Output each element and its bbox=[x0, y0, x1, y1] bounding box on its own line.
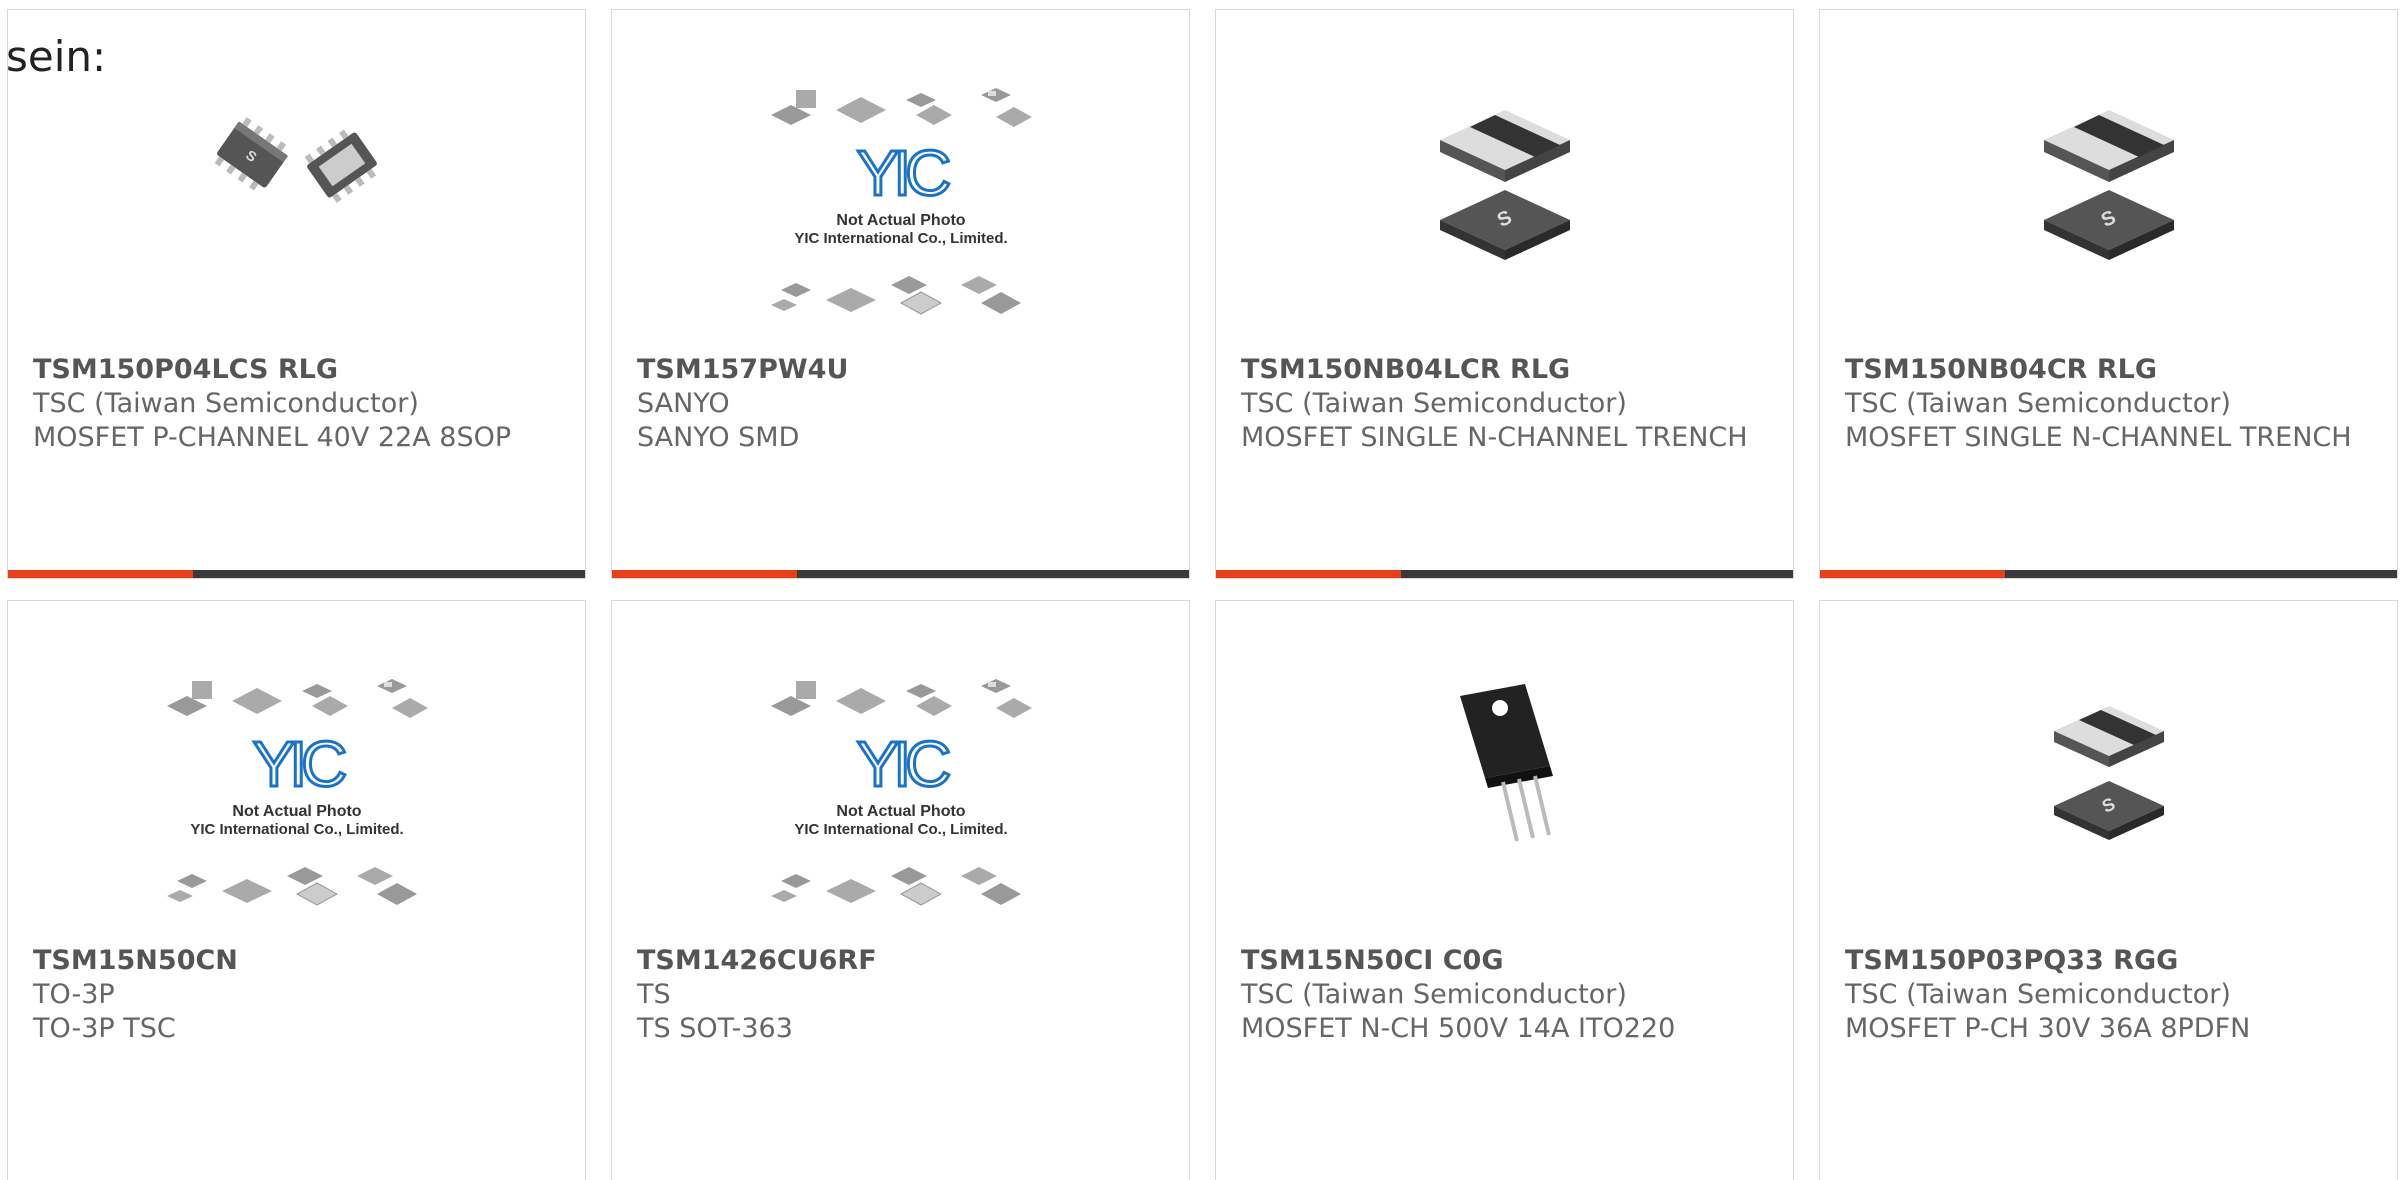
manufacturer: TSC (Taiwan Semiconductor) bbox=[33, 388, 419, 419]
card-bar bbox=[612, 570, 1189, 578]
svg-text:Not Actual Photo: Not Actual Photo bbox=[836, 803, 965, 820]
brand-text: YIC bbox=[856, 137, 948, 209]
pdfn-chip-icon: S bbox=[1439, 110, 1570, 260]
part-number[interactable]: TSM15N50CN bbox=[33, 944, 565, 978]
part-number[interactable]: TSM150P03PQ33 RGG bbox=[1845, 944, 2377, 978]
product-image[interactable]: YIC Not Actual Photo YIC International C… bbox=[612, 676, 1189, 941]
yic-placeholder-icon: YIC Not Actual Photo YIC International C… bbox=[770, 88, 1032, 315]
part-number[interactable]: TSM157PW4U bbox=[637, 353, 1169, 387]
part-number[interactable]: TSM150NB04CR RLG bbox=[1845, 353, 2377, 387]
product-info: TSM15N50CI C0G TSC (Taiwan Semiconductor… bbox=[1241, 944, 1773, 1046]
description: MOSFET SINGLE N-CHANNEL TRENCH bbox=[1845, 422, 2352, 453]
product-image[interactable]: S bbox=[1820, 85, 2397, 350]
product-card[interactable]: S TSM150P04LCS RLG TSC (Taiwan Semicondu… bbox=[7, 9, 586, 579]
manufacturer: TSC (Taiwan Semiconductor) bbox=[1241, 979, 1627, 1010]
svg-text:YIC International Co., Limited: YIC International Co., Limited. bbox=[794, 821, 1007, 838]
product-card[interactable]: S TSM150NB04LCR RLG TSC (Taiwan Semicond… bbox=[1215, 9, 1794, 579]
svg-text:Not Actual Photo: Not Actual Photo bbox=[836, 212, 965, 229]
card-bar-accent bbox=[1820, 570, 2005, 578]
product-card[interactable]: S TSM150P03PQ33 RGG TSC (Taiwan Semicond… bbox=[1819, 600, 2398, 1180]
product-info: TSM150NB04CR RLG TSC (Taiwan Semiconduct… bbox=[1845, 353, 2377, 455]
card-bar-accent bbox=[8, 570, 193, 578]
yic-placeholder-icon: YIC Not Actual Photo YIC International C… bbox=[166, 679, 428, 906]
description: SANYO SMD bbox=[637, 422, 800, 453]
product-info: TSM1426CU6RF TS TS SOT-363 bbox=[637, 944, 1169, 1046]
product-image[interactable]: S bbox=[8, 85, 585, 350]
description: MOSFET SINGLE N-CHANNEL TRENCH bbox=[1241, 422, 1748, 453]
part-number[interactable]: TSM15N50CI C0G bbox=[1241, 944, 1773, 978]
product-grid: S TSM150P04LCS RLG TSC (Taiwan Semicondu… bbox=[0, 0, 2400, 1180]
product-card[interactable]: S TSM150NB04CR RLG TSC (Taiwan Semicondu… bbox=[1819, 9, 2398, 579]
pdfn-chip-icon: S bbox=[2053, 706, 2164, 840]
svg-text:Not Actual Photo: Not Actual Photo bbox=[232, 803, 361, 820]
to220-chip-icon bbox=[1459, 684, 1553, 842]
description: MOSFET N-CH 500V 14A ITO220 bbox=[1241, 1013, 1676, 1044]
product-info: TSM150P04LCS RLG TSC (Taiwan Semiconduct… bbox=[33, 353, 565, 455]
product-image[interactable] bbox=[1216, 676, 1793, 941]
yic-placeholder-icon: YIC Not Actual Photo YIC International C… bbox=[770, 679, 1032, 906]
manufacturer: TSC (Taiwan Semiconductor) bbox=[1241, 388, 1627, 419]
manufacturer: TSC (Taiwan Semiconductor) bbox=[1845, 979, 2231, 1010]
description: MOSFET P-CHANNEL 40V 22A 8SOP bbox=[33, 422, 512, 453]
brand-text: YIC bbox=[856, 728, 948, 800]
description: TO-3P TSC bbox=[33, 1013, 176, 1044]
product-card[interactable]: TSM15N50CI C0G TSC (Taiwan Semiconductor… bbox=[1215, 600, 1794, 1180]
part-number[interactable]: TSM150NB04LCR RLG bbox=[1241, 353, 1773, 387]
part-number[interactable]: TSM150P04LCS RLG bbox=[33, 353, 565, 387]
manufacturer: TO-3P bbox=[33, 979, 115, 1010]
card-bar bbox=[1216, 570, 1793, 578]
card-bar bbox=[1820, 570, 2397, 578]
card-bar-accent bbox=[1216, 570, 1401, 578]
product-info: TSM150P03PQ33 RGG TSC (Taiwan Semiconduc… bbox=[1845, 944, 2377, 1046]
product-image[interactable]: YIC Not Actual Photo YIC International C… bbox=[8, 676, 585, 941]
product-image[interactable]: S bbox=[1216, 85, 1793, 350]
product-image[interactable]: S bbox=[1820, 676, 2397, 941]
manufacturer: TS bbox=[637, 979, 671, 1010]
manufacturer: TSC (Taiwan Semiconductor) bbox=[1845, 388, 2231, 419]
pdfn-chip-icon: S bbox=[2043, 110, 2174, 260]
part-number[interactable]: TSM1426CU6RF bbox=[637, 944, 1169, 978]
svg-text:YIC International Co., Limited: YIC International Co., Limited. bbox=[190, 821, 403, 838]
card-bar-accent bbox=[612, 570, 797, 578]
product-card[interactable]: YIC Not Actual Photo YIC International C… bbox=[611, 600, 1190, 1180]
svg-text:YIC International Co., Limited: YIC International Co., Limited. bbox=[794, 230, 1007, 247]
intro-text: sein: bbox=[6, 32, 107, 81]
brand-text: YIC bbox=[252, 728, 344, 800]
manufacturer: SANYO bbox=[637, 388, 730, 419]
product-info: TSM157PW4U SANYO SANYO SMD bbox=[637, 353, 1169, 455]
product-info: TSM150NB04LCR RLG TSC (Taiwan Semiconduc… bbox=[1241, 353, 1773, 455]
sop8-chip-icon: S bbox=[214, 117, 377, 203]
product-card[interactable]: YIC Not Actual Photo YIC International C… bbox=[611, 9, 1190, 579]
product-info: TSM15N50CN TO-3P TO-3P TSC bbox=[33, 944, 565, 1046]
card-bar bbox=[8, 570, 585, 578]
product-card[interactable]: YIC Not Actual Photo YIC International C… bbox=[7, 600, 586, 1180]
product-image[interactable]: YIC Not Actual Photo YIC International C… bbox=[612, 85, 1189, 350]
description: MOSFET P-CH 30V 36A 8PDFN bbox=[1845, 1013, 2251, 1044]
description: TS SOT-363 bbox=[637, 1013, 793, 1044]
